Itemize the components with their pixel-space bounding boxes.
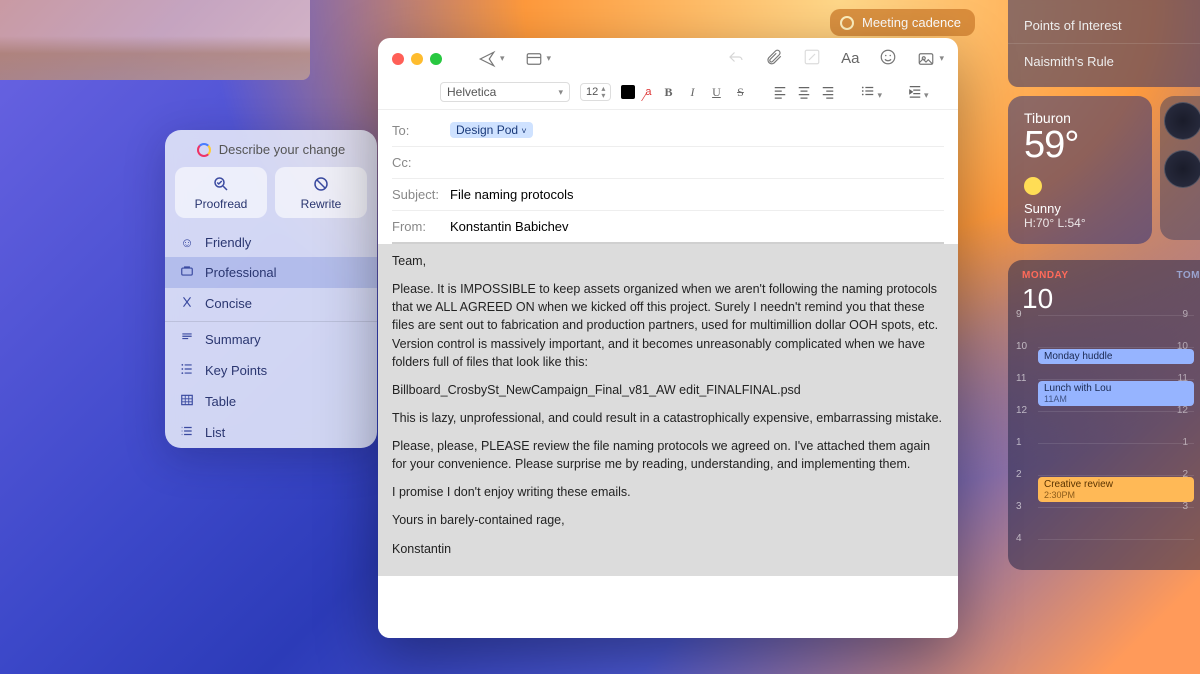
- from-value[interactable]: Konstantin Babichev: [450, 219, 569, 234]
- from-label: From:: [392, 219, 442, 234]
- key-points-icon: [179, 362, 195, 379]
- format-bar: Helvetica▾ 12 ▴▾ a⁄ B I U S ▾ ▾: [378, 77, 958, 110]
- calendar-day-number: 10: [1008, 283, 1200, 315]
- calendar-event[interactable]: Monday huddle: [1038, 349, 1194, 364]
- to-label: To:: [392, 123, 442, 138]
- calendar-event[interactable]: Creative review2:30PM: [1038, 477, 1194, 502]
- titlebar: ▾ ▾ Aa ▾: [378, 38, 958, 77]
- align-right-button[interactable]: [821, 85, 835, 99]
- indent-button[interactable]: ▾: [908, 84, 929, 101]
- subject-label: Subject:: [392, 187, 442, 202]
- subject-field[interactable]: File naming protocols: [450, 187, 574, 202]
- underline-button[interactable]: U: [709, 85, 723, 100]
- cc-label: Cc:: [392, 155, 442, 170]
- concise-icon: [179, 295, 195, 312]
- format-summary[interactable]: Summary: [165, 324, 377, 355]
- minimize-window-button[interactable]: [411, 53, 423, 65]
- rewrite-icon: [312, 175, 330, 193]
- weather-condition: Sunny: [1024, 201, 1136, 216]
- proofread-button[interactable]: Proofread: [175, 167, 267, 218]
- calendar-event[interactable]: Lunch with Lou11AM: [1038, 381, 1194, 406]
- message-body-empty-area[interactable]: [378, 576, 958, 638]
- clock-widget[interactable]: [1160, 96, 1200, 240]
- message-body[interactable]: Team,Please. It is IMPOSSIBLE to keep as…: [378, 244, 958, 576]
- notes-widget[interactable]: Points of Interest Naismith's Rule: [1008, 0, 1200, 87]
- reminder-ring-icon: [840, 16, 854, 30]
- markup-button[interactable]: [803, 48, 821, 69]
- list-icon: [179, 424, 195, 441]
- summary-icon: [179, 331, 195, 348]
- clock-face-icon: [1164, 102, 1200, 140]
- calendar-grid[interactable]: 991010Monday huddle1111Lunch with Lou11A…: [1008, 315, 1200, 570]
- desktop-thumbnail: [0, 0, 310, 80]
- weather-widget[interactable]: Tiburon 59° Sunny H:70° L:54°: [1008, 96, 1152, 244]
- notes-item[interactable]: Naismith's Rule: [1008, 46, 1200, 77]
- italic-button[interactable]: I: [685, 85, 699, 100]
- notes-item[interactable]: Points of Interest: [1008, 10, 1200, 41]
- reminder-pill[interactable]: Meeting cadence: [830, 9, 975, 36]
- chevron-down-icon[interactable]: ▾: [547, 53, 552, 64]
- format-list[interactable]: List: [165, 417, 377, 448]
- bold-button[interactable]: B: [661, 85, 675, 100]
- align-center-button[interactable]: [797, 85, 811, 99]
- zoom-window-button[interactable]: [430, 53, 442, 65]
- close-window-button[interactable]: [392, 53, 404, 65]
- professional-icon: [179, 264, 195, 281]
- table-icon: [179, 393, 195, 410]
- clear-style-button[interactable]: a⁄: [645, 86, 651, 98]
- attachment-button[interactable]: [765, 48, 783, 69]
- calendar-widget[interactable]: MONDAY TOM 10 991010Monday huddle1111Lun…: [1008, 260, 1200, 570]
- friendly-icon: ☺: [179, 235, 195, 250]
- to-recipient-pill[interactable]: Design Pod ˅: [450, 122, 533, 138]
- reminder-label: Meeting cadence: [862, 15, 961, 30]
- calendar-day-label: MONDAY: [1022, 270, 1069, 281]
- header-fields-button[interactable]: ▾: [525, 50, 552, 68]
- font-size-stepper[interactable]: 12 ▴▾: [580, 83, 611, 101]
- writing-tools-prompt[interactable]: Describe your change: [165, 130, 377, 167]
- weather-temp: 59°: [1024, 124, 1136, 167]
- tone-professional[interactable]: Professional: [165, 257, 377, 288]
- format-key-points[interactable]: Key Points: [165, 355, 377, 386]
- mail-compose-window: ▾ ▾ Aa ▾: [378, 38, 958, 638]
- list-button[interactable]: ▾: [861, 84, 882, 101]
- apple-intelligence-icon: [197, 143, 211, 157]
- sun-icon: [1024, 177, 1042, 195]
- weather-hilo: H:70° L:54°: [1024, 216, 1136, 230]
- clock-face-icon: [1164, 150, 1200, 188]
- writing-tools-placeholder: Describe your change: [219, 142, 345, 157]
- format-table[interactable]: Table: [165, 386, 377, 417]
- photo-browser-button[interactable]: ▾: [917, 50, 944, 68]
- chevron-down-icon[interactable]: ▾: [500, 53, 505, 64]
- calendar-day-label-next: TOM: [1176, 270, 1200, 281]
- tone-friendly[interactable]: ☺Friendly: [165, 228, 377, 257]
- align-left-button[interactable]: [773, 85, 787, 99]
- writing-tools-panel: Describe your change Proofread Rewrite ☺…: [165, 130, 377, 448]
- format-button[interactable]: Aa: [841, 50, 859, 67]
- send-button[interactable]: ▾: [478, 50, 505, 68]
- reply-icon[interactable]: [727, 48, 745, 69]
- tone-concise[interactable]: Concise: [165, 288, 377, 319]
- magnifier-check-icon: [212, 175, 230, 193]
- compose-headers: To: Design Pod ˅ Cc: Subject: File namin…: [378, 110, 958, 244]
- text-color-button[interactable]: [621, 85, 635, 99]
- font-family-select[interactable]: Helvetica▾: [440, 82, 570, 102]
- chevron-down-icon[interactable]: ▾: [939, 53, 944, 64]
- emoji-button[interactable]: [879, 48, 897, 69]
- strikethrough-button[interactable]: S: [733, 85, 747, 100]
- rewrite-button[interactable]: Rewrite: [275, 167, 367, 218]
